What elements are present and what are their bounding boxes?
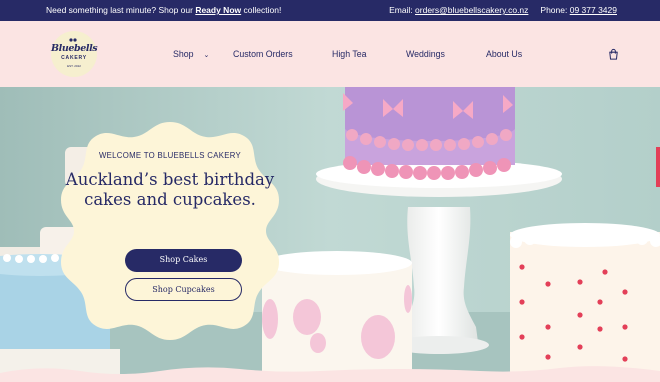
email-label: Email: bbox=[389, 5, 416, 15]
nav-high-tea[interactable]: High Tea bbox=[332, 49, 367, 59]
nav-custom-orders[interactable]: Custom Orders bbox=[233, 49, 293, 59]
announcement-suffix: collection! bbox=[241, 5, 282, 15]
announcement-bar: Need something last minute? Shop our Rea… bbox=[0, 0, 660, 21]
cart-icon[interactable] bbox=[607, 48, 620, 61]
chevron-down-icon: ⌄ bbox=[203, 52, 210, 59]
nav-about-us[interactable]: About Us bbox=[486, 49, 522, 59]
nav-shop[interactable]: Shop ⌄ bbox=[173, 49, 209, 59]
ready-now-link[interactable]: Ready Now bbox=[195, 5, 241, 15]
hero-eyebrow: WELCOME TO BLUEBELLS CAKERY bbox=[99, 151, 241, 160]
shop-cupcakes-button[interactable]: Shop Cupcakes bbox=[125, 278, 242, 301]
logo-tagline: EST. 2022 bbox=[67, 64, 81, 68]
announcement-message: Need something last minute? Shop our Rea… bbox=[46, 5, 281, 15]
announcement-prefix: Need something last minute? Shop our bbox=[46, 5, 196, 15]
shop-cakes-button[interactable]: Shop Cakes bbox=[125, 249, 242, 272]
nav-shop-label: Shop bbox=[173, 49, 194, 59]
nav-weddings[interactable]: Weddings bbox=[406, 49, 445, 59]
email-link[interactable]: orders@bluebellscakery.co.nz bbox=[415, 5, 528, 15]
logo-subtitle: CAKERY bbox=[61, 55, 87, 61]
site-header: Bluebells CAKERY EST. 2022 Shop ⌄ Custom … bbox=[0, 21, 660, 87]
phone-label: Phone: bbox=[540, 5, 570, 15]
hero-headline: Auckland’s best birthday cakes and cupca… bbox=[65, 170, 275, 209]
logo-wordmark: Bluebells bbox=[51, 43, 98, 54]
contact-info: Email: orders@bluebellscakery.co.nz Phone… bbox=[389, 5, 617, 15]
bluebells-logo[interactable]: Bluebells CAKERY EST. 2022 bbox=[51, 31, 98, 77]
phone-link[interactable]: 09 377 3429 bbox=[570, 5, 617, 15]
bluebell-flower-icon bbox=[69, 38, 77, 42]
